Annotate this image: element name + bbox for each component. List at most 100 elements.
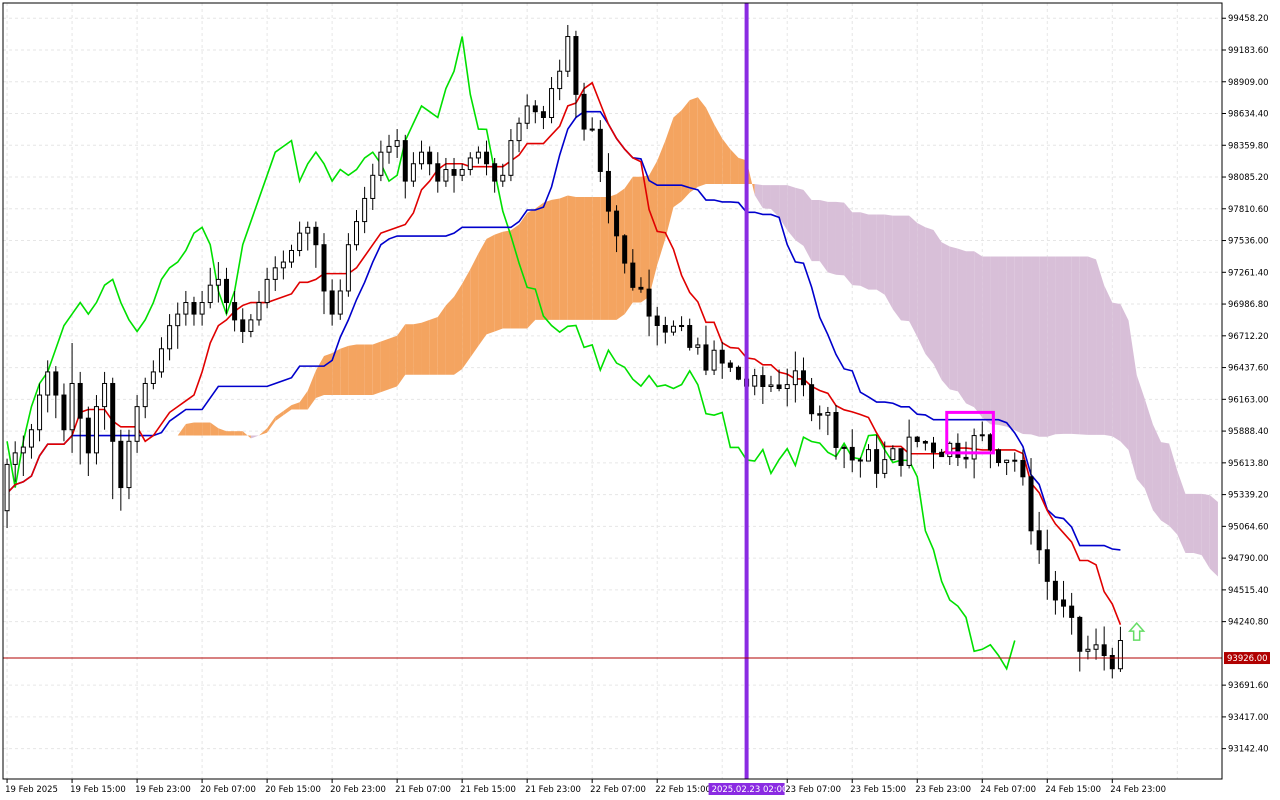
candle-body xyxy=(459,169,465,176)
candle-body xyxy=(69,382,75,431)
cloud-segment xyxy=(1161,442,1170,526)
candle-body xyxy=(451,169,457,176)
y-tick-label: 95339.20 xyxy=(1228,491,1269,501)
candle-body xyxy=(313,226,319,246)
cloud-segment xyxy=(1014,256,1023,434)
cloud-segment xyxy=(689,97,698,193)
candle-body xyxy=(963,456,969,460)
candle-body xyxy=(768,384,774,388)
candle-body xyxy=(955,442,961,458)
candle-body xyxy=(85,417,91,454)
candle-body xyxy=(378,151,384,176)
y-tick-label: 96163.00 xyxy=(1228,395,1269,405)
candle-body xyxy=(467,157,473,171)
cloud-segment xyxy=(966,251,975,408)
candle-body xyxy=(1069,605,1075,618)
cloud-segment xyxy=(705,107,715,184)
cloud-segment xyxy=(429,316,438,375)
cloud-segment xyxy=(348,344,357,396)
candle-body xyxy=(240,319,246,332)
candle-body xyxy=(809,384,815,415)
candle-body xyxy=(1012,459,1018,462)
candle-body xyxy=(93,406,99,454)
price-chart[interactable]: 99458.20 99183.60 98909.00 98634.40 98359.80… xyxy=(0,0,1280,800)
y-tick-label: 99183.60 xyxy=(1228,46,1269,56)
candle-body xyxy=(337,290,343,315)
y-tick-label: 93691.60 xyxy=(1228,681,1269,691)
candle-body xyxy=(1052,580,1058,601)
y-tick-label: 93142.40 xyxy=(1228,745,1269,755)
candle-body xyxy=(1044,549,1050,582)
candle-body xyxy=(865,449,871,462)
cloud-segment xyxy=(892,215,901,321)
y-tick-label: 98909.00 xyxy=(1228,78,1269,88)
candle-body xyxy=(833,411,839,448)
cloud-segment xyxy=(389,335,398,390)
candle-body xyxy=(475,151,481,159)
cloud-segment xyxy=(1022,256,1032,435)
cloud-segment xyxy=(844,202,853,286)
candle-body xyxy=(695,344,701,348)
x-tick-label: 19 Feb 2025 xyxy=(5,785,58,795)
candle-body xyxy=(419,151,425,165)
y-tick-label: 97261.40 xyxy=(1228,268,1269,278)
cloud-segment xyxy=(250,435,259,439)
cloud-segment xyxy=(283,405,292,416)
cloud-segment xyxy=(665,117,674,239)
candle-body xyxy=(191,302,197,315)
cloud-segment xyxy=(315,356,325,398)
candle-body xyxy=(947,442,953,458)
candle-body xyxy=(321,244,327,292)
cloud-segment xyxy=(941,242,950,390)
cloud-segment xyxy=(226,431,235,436)
cloud-segment xyxy=(1071,256,1080,435)
cloud-segment xyxy=(884,214,893,310)
cloud-segment xyxy=(364,344,373,396)
candle-body xyxy=(53,371,59,396)
candle-body xyxy=(849,446,855,461)
candle-body xyxy=(1028,476,1034,532)
candle-body xyxy=(37,394,43,431)
cloud-segment xyxy=(600,197,609,320)
cloud-segment xyxy=(527,208,536,329)
cloud-segment xyxy=(210,422,219,436)
cloud-segment xyxy=(697,97,706,187)
cloud-segment xyxy=(1201,493,1210,569)
candle-body xyxy=(565,36,571,72)
candle-body xyxy=(305,226,311,234)
candle-body xyxy=(800,370,806,386)
candle-body xyxy=(443,169,449,182)
cloud-segment xyxy=(657,140,666,265)
x-tick-label: 19 Feb 15:00 xyxy=(70,785,126,795)
cloud-segment xyxy=(1185,493,1194,554)
cloud-segment xyxy=(1120,304,1129,450)
cloud-segment xyxy=(925,227,934,364)
candle-body xyxy=(857,459,863,462)
y-tick-label: 98085.20 xyxy=(1228,173,1269,183)
candle-body xyxy=(1020,459,1026,478)
cloud-segment xyxy=(307,370,316,410)
cloud-segment xyxy=(1104,285,1113,437)
cloud-segment xyxy=(1128,320,1137,479)
cloud-segment xyxy=(1193,493,1202,556)
candle-body xyxy=(28,429,34,448)
y-tick-label: 97810.60 xyxy=(1228,205,1269,215)
cloud-segment xyxy=(592,197,601,320)
cloud-segment xyxy=(949,246,958,392)
candle-body xyxy=(110,382,116,442)
candle-body xyxy=(605,170,611,212)
x-tick-label: 21 Feb 07:00 xyxy=(395,785,451,795)
candle-body xyxy=(183,302,189,315)
x-tick-label: 23 Feb 23:00 xyxy=(915,785,971,795)
cloud-segment xyxy=(137,455,146,477)
candle-body xyxy=(1036,530,1042,551)
cloud-segment xyxy=(234,431,243,436)
cloud-segment xyxy=(876,214,885,295)
cloud-segment xyxy=(811,200,820,262)
cloud-segment xyxy=(267,416,276,433)
x-tick-label: 20 Feb 07:00 xyxy=(200,785,256,795)
candle-body xyxy=(922,440,928,444)
cloud-segment xyxy=(1079,256,1088,435)
cloud-segment xyxy=(990,256,999,425)
candle-body xyxy=(898,448,904,466)
